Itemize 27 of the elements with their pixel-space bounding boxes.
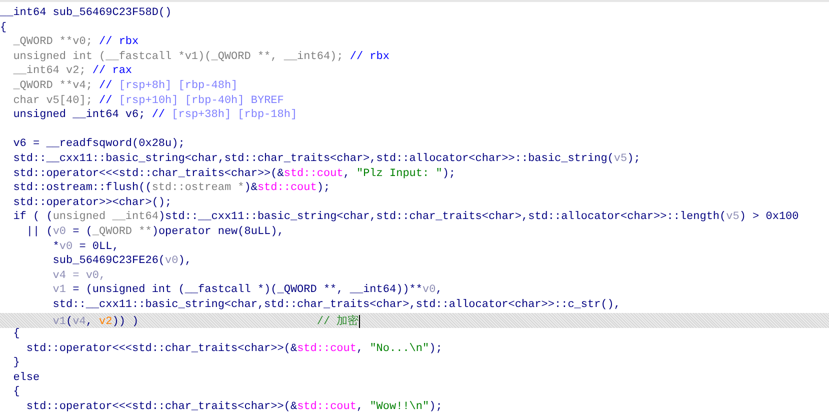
- code-line: {: [0, 22, 8, 36]
- text-cursor: [358, 315, 360, 328]
- code-line: if ( (unsigned __int64)std::__cxx11::basic_string<char,std::char_traits<char>,std::allocator<char>>::length(v5) > 0x100: [12, 211, 800, 226]
- code-line: {: [12, 386, 21, 400]
- code-line: _QWORD **v0; // rbx: [12, 36, 140, 50]
- code-line: unsigned __int64 v6; // [rsp+38h] [rbp-18h]: [12, 109, 298, 124]
- code-line: v1 = (unsigned int (__fastcall *)(_QWORD **, __int64))**v0,: [52, 284, 444, 298]
- code-line: char v5[40]; // [rsp+10h] [rbp-40h] BYREF: [12, 94, 285, 109]
- code-line: }: [12, 357, 21, 372]
- code-line: || (v0 = (_QWORD **)operator new(8uLL),: [25, 226, 285, 240]
- code-line: v4 = v0,: [52, 270, 107, 284]
- code-line: __int64 v2; // rax: [12, 65, 134, 80]
- code-line: std::ostream::flush((std::ostream *)&std::cout);: [12, 182, 332, 196]
- code-line: std::operator<<<std::char_traits<char>>(&std::cout, "No...\n");: [25, 342, 444, 357]
- code-line: v6 = __readfsqword(0x28u);: [12, 138, 186, 152]
- code-line: *v0 = 0LL,: [52, 240, 120, 254]
- code-line: std::operator>><char>();: [12, 196, 173, 211]
- code-line: std::__cxx11::basic_string<char,std::char_traits<char>,std::allocator<char>>::basic_string(v5);: [12, 152, 642, 167]
- code-line: {: [12, 328, 21, 342]
- code-line: std::__cxx11::basic_string<char,std::char_traits<char>,std::allocator<char>>::c_str(),: [52, 298, 622, 313]
- code-line: std::operator<<<std::char_traits<char>>(&std::cout, "Wow!!\n");: [25, 401, 444, 416]
- code-line: unsigned int (__fastcall *v1)(_QWORD **, __int64); // rbx: [12, 50, 390, 65]
- code-line: std::operator<<<std::char_traits<char>>(&std::cout, "Plz Input: ");: [12, 168, 457, 182]
- code-line: __int64 sub_56469C23F58D(): [0, 7, 173, 21]
- code-line: _QWORD **v4; // [rsp+8h] [rbp-48h]: [12, 80, 239, 94]
- code-line: else: [12, 372, 41, 386]
- code-line: sub_56469C23FE26(v0),: [52, 255, 192, 270]
